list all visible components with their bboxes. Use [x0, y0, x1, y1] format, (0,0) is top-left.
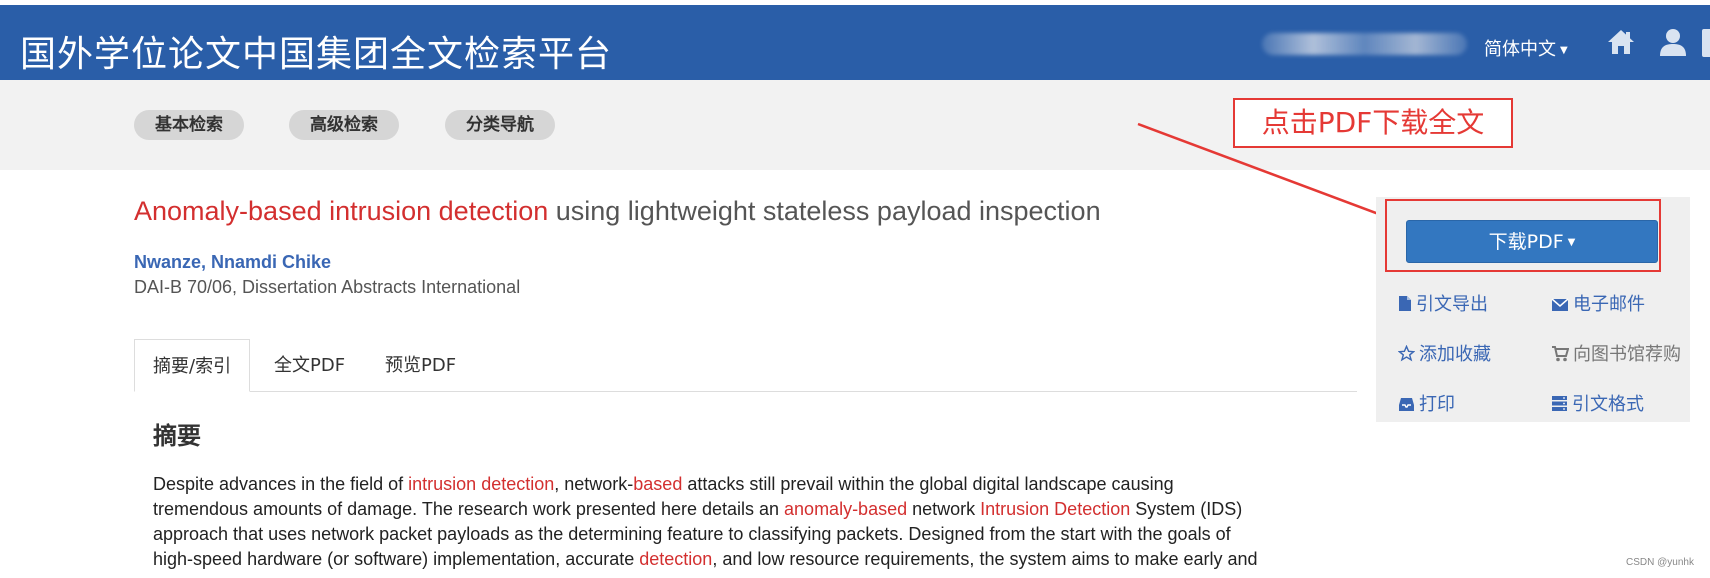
- tab-full-pdf[interactable]: 全文PDF: [256, 339, 363, 392]
- email-label: 电子邮件: [1573, 294, 1645, 315]
- caret-down-icon: ▼: [1567, 237, 1576, 248]
- keyword-highlight: based: [633, 474, 683, 494]
- abstract-line-1: Despite advances in the field of intrusi…: [153, 472, 1343, 497]
- language-label: 简体中文: [1484, 39, 1556, 60]
- abstract-line-3: approach that uses network packet payloa…: [153, 524, 1231, 544]
- recommend-library-label: 向图书馆荐购: [1573, 344, 1681, 365]
- caret-down-icon: ▼: [1560, 44, 1568, 56]
- user-icon[interactable]: [1658, 27, 1688, 57]
- site-title[interactable]: 国外学位论文中国集团全文检索平台: [20, 25, 612, 77]
- add-favorite-label: 添加收藏: [1419, 344, 1491, 365]
- export-citation-link[interactable]: 引文导出: [1398, 290, 1488, 316]
- add-favorite-link[interactable]: 添加收藏: [1397, 340, 1491, 366]
- download-pdf-label: 下载PDF: [1488, 231, 1564, 253]
- text-run: tremendous amounts of damage. The resear…: [153, 499, 785, 519]
- language-dropdown[interactable]: 简体中文 ▼: [1484, 35, 1568, 61]
- text-run: , and low resource requirements, the sys…: [712, 549, 1258, 569]
- star-icon: [1397, 344, 1416, 362]
- cart-icon: [1552, 346, 1570, 362]
- citation-format-link[interactable]: 引文格式: [1551, 390, 1644, 416]
- recommend-library-link[interactable]: 向图书馆荐购: [1551, 340, 1681, 366]
- print-label: 打印: [1419, 394, 1455, 415]
- advanced-search-button[interactable]: 高级检索: [289, 110, 399, 140]
- watermark: CSDN @yunhk: [1626, 557, 1694, 568]
- tab-abstract[interactable]: 摘要/索引: [134, 339, 251, 392]
- abstract-line-2: tremendous amounts of damage. The resear…: [153, 497, 1343, 522]
- publication-source: DAI-B 70/06, Dissertation Abstracts Inte…: [134, 277, 521, 297]
- print-link[interactable]: 打印: [1398, 390, 1455, 416]
- email-link[interactable]: 电子邮件: [1551, 290, 1645, 316]
- text-run: high-speed hardware (or software) implem…: [153, 549, 640, 569]
- download-pdf-button[interactable]: 下载PDF ▼: [1406, 220, 1658, 263]
- file-icon: [1399, 296, 1411, 311]
- title-rest: using lightweight stateless payload insp…: [548, 196, 1101, 226]
- export-citation-label: 引文导出: [1416, 294, 1488, 315]
- site-header: 国外学位论文中国集团全文检索平台 简体中文 ▼: [0, 5, 1710, 80]
- keyword-highlight: anomaly-based: [784, 499, 908, 519]
- inbox-icon: [1399, 398, 1414, 411]
- abstract-text: Despite advances in the field of intrusi…: [153, 472, 1343, 572]
- citation-format-label: 引文格式: [1572, 394, 1644, 415]
- author-link[interactable]: Nwanze, Nnamdi Chike: [134, 252, 331, 273]
- blurred-user-info: [1262, 33, 1467, 55]
- tab-preview-pdf[interactable]: 预览PDF: [367, 339, 474, 392]
- abstract-heading: 摘要: [153, 422, 201, 450]
- keyword-highlight: intrusion detection: [408, 474, 555, 494]
- keyword-highlight: detection: [639, 549, 713, 569]
- home-icon[interactable]: [1606, 27, 1636, 57]
- basic-search-button[interactable]: 基本检索: [134, 110, 244, 140]
- server-icon: [1552, 396, 1567, 411]
- text-run: Despite advances in the field of: [153, 474, 409, 494]
- envelope-icon: [1551, 298, 1569, 311]
- text-run: attacks still prevail within the global …: [682, 474, 1174, 494]
- text-run: System (IDS): [1130, 499, 1243, 519]
- text-run: network: [907, 499, 981, 519]
- more-icon[interactable]: [1700, 27, 1710, 59]
- abstract-line-4: high-speed hardware (or software) implem…: [153, 547, 1343, 572]
- keyword-highlight: Intrusion Detection: [980, 499, 1131, 519]
- annotation-callout: 点击PDF下载全文: [1233, 98, 1513, 148]
- article-title: Anomaly-based intrusion detection using …: [134, 196, 1101, 227]
- category-nav-button[interactable]: 分类导航: [445, 110, 555, 140]
- title-highlight: Anomaly-based intrusion detection: [134, 196, 549, 226]
- text-run: , network-: [554, 474, 634, 494]
